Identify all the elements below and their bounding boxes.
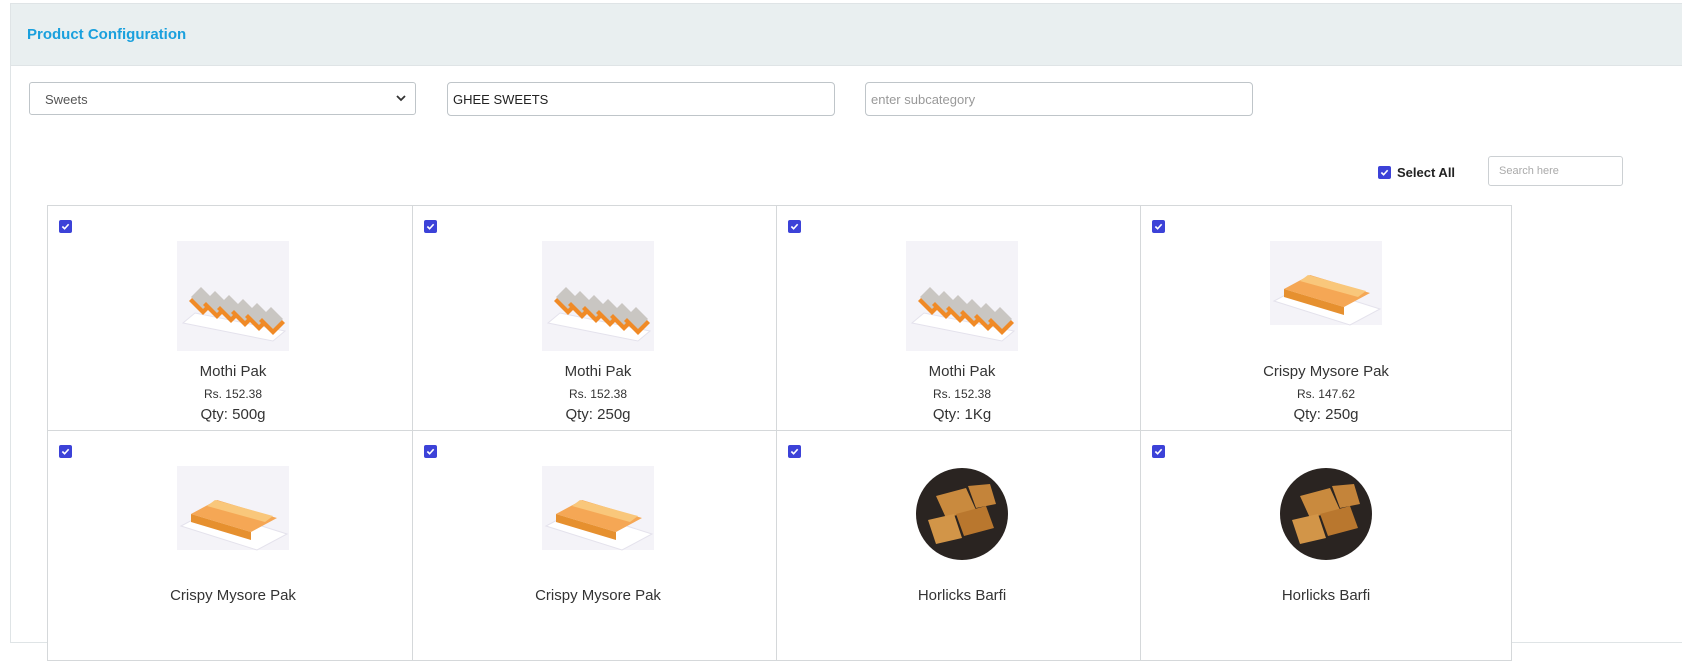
select-all-checkbox[interactable]: [1378, 166, 1391, 179]
check-icon: [426, 223, 435, 230]
check-icon: [790, 448, 799, 455]
product-card[interactable]: Mothi Pak Rs. 152.38 Qty: 1Kg: [776, 205, 1148, 436]
product-checkbox[interactable]: [1152, 220, 1165, 233]
product-name: Mothi Pak: [564, 363, 632, 380]
search-input[interactable]: Search here: [1488, 156, 1623, 186]
chevron-down-icon: [396, 95, 406, 102]
product-checkbox[interactable]: [59, 445, 72, 458]
product-card[interactable]: Mothi Pak Rs. 152.38 Qty: 500g: [47, 205, 419, 436]
product-image: [1270, 466, 1382, 576]
product-card[interactable]: Mothi Pak Rs. 152.38 Qty: 250g: [412, 205, 784, 436]
product-qty: Qty: 250g: [1293, 406, 1359, 423]
product-checkbox[interactable]: [788, 445, 801, 458]
page-title: Product Configuration: [27, 26, 187, 43]
select-all-label: Select All: [1397, 165, 1456, 180]
product-price: Rs. 152.38: [568, 387, 628, 401]
product-price: Rs. 152.38: [932, 387, 992, 401]
check-icon: [1380, 169, 1389, 176]
check-icon: [426, 448, 435, 455]
product-checkbox[interactable]: [1152, 445, 1165, 458]
product-checkbox[interactable]: [424, 445, 437, 458]
product-name: Mothi Pak: [928, 363, 996, 380]
product-name: Crispy Mysore Pak: [535, 587, 661, 604]
product-price: Rs. 147.62: [1296, 387, 1356, 401]
product-image: [906, 241, 1018, 351]
product-name: Crispy Mysore Pak: [170, 587, 296, 604]
subcategory-name-input[interactable]: enter subcategory: [865, 82, 1253, 116]
product-card[interactable]: Horlicks Barfi: [1140, 430, 1512, 661]
product-image: [542, 466, 654, 576]
product-price: Rs. 152.38: [203, 387, 263, 401]
panel-header: Product Configuration: [11, 4, 1682, 66]
product-image: [1270, 241, 1382, 351]
subcategory-input[interactable]: GHEE SWEETS: [447, 82, 835, 116]
product-checkbox[interactable]: [788, 220, 801, 233]
product-name: Mothi Pak: [199, 363, 267, 380]
check-icon: [1154, 448, 1163, 455]
product-card[interactable]: Crispy Mysore Pak: [47, 430, 419, 661]
product-qty: Qty: 1Kg: [932, 406, 992, 423]
product-image: [906, 466, 1018, 576]
product-name: Crispy Mysore Pak: [1263, 363, 1389, 380]
check-icon: [1154, 223, 1163, 230]
product-card[interactable]: Crispy Mysore Pak: [412, 430, 784, 661]
check-icon: [61, 223, 70, 230]
product-card[interactable]: Horlicks Barfi: [776, 430, 1148, 661]
product-qty: Qty: 250g: [565, 406, 631, 423]
product-image: [177, 241, 289, 351]
product-image: [542, 241, 654, 351]
product-image: [177, 466, 289, 576]
category-select[interactable]: Sweets: [29, 82, 416, 115]
category-select-value: Sweets: [45, 92, 88, 107]
product-name: Horlicks Barfi: [1281, 587, 1371, 604]
product-qty: Qty: 500g: [200, 406, 266, 423]
product-name: Horlicks Barfi: [917, 587, 1007, 604]
select-all-toggle[interactable]: Select All: [1378, 165, 1455, 180]
product-checkbox[interactable]: [59, 220, 72, 233]
check-icon: [61, 448, 70, 455]
product-checkbox[interactable]: [424, 220, 437, 233]
check-icon: [790, 223, 799, 230]
product-card[interactable]: Crispy Mysore Pak Rs. 147.62 Qty: 250g: [1140, 205, 1512, 436]
